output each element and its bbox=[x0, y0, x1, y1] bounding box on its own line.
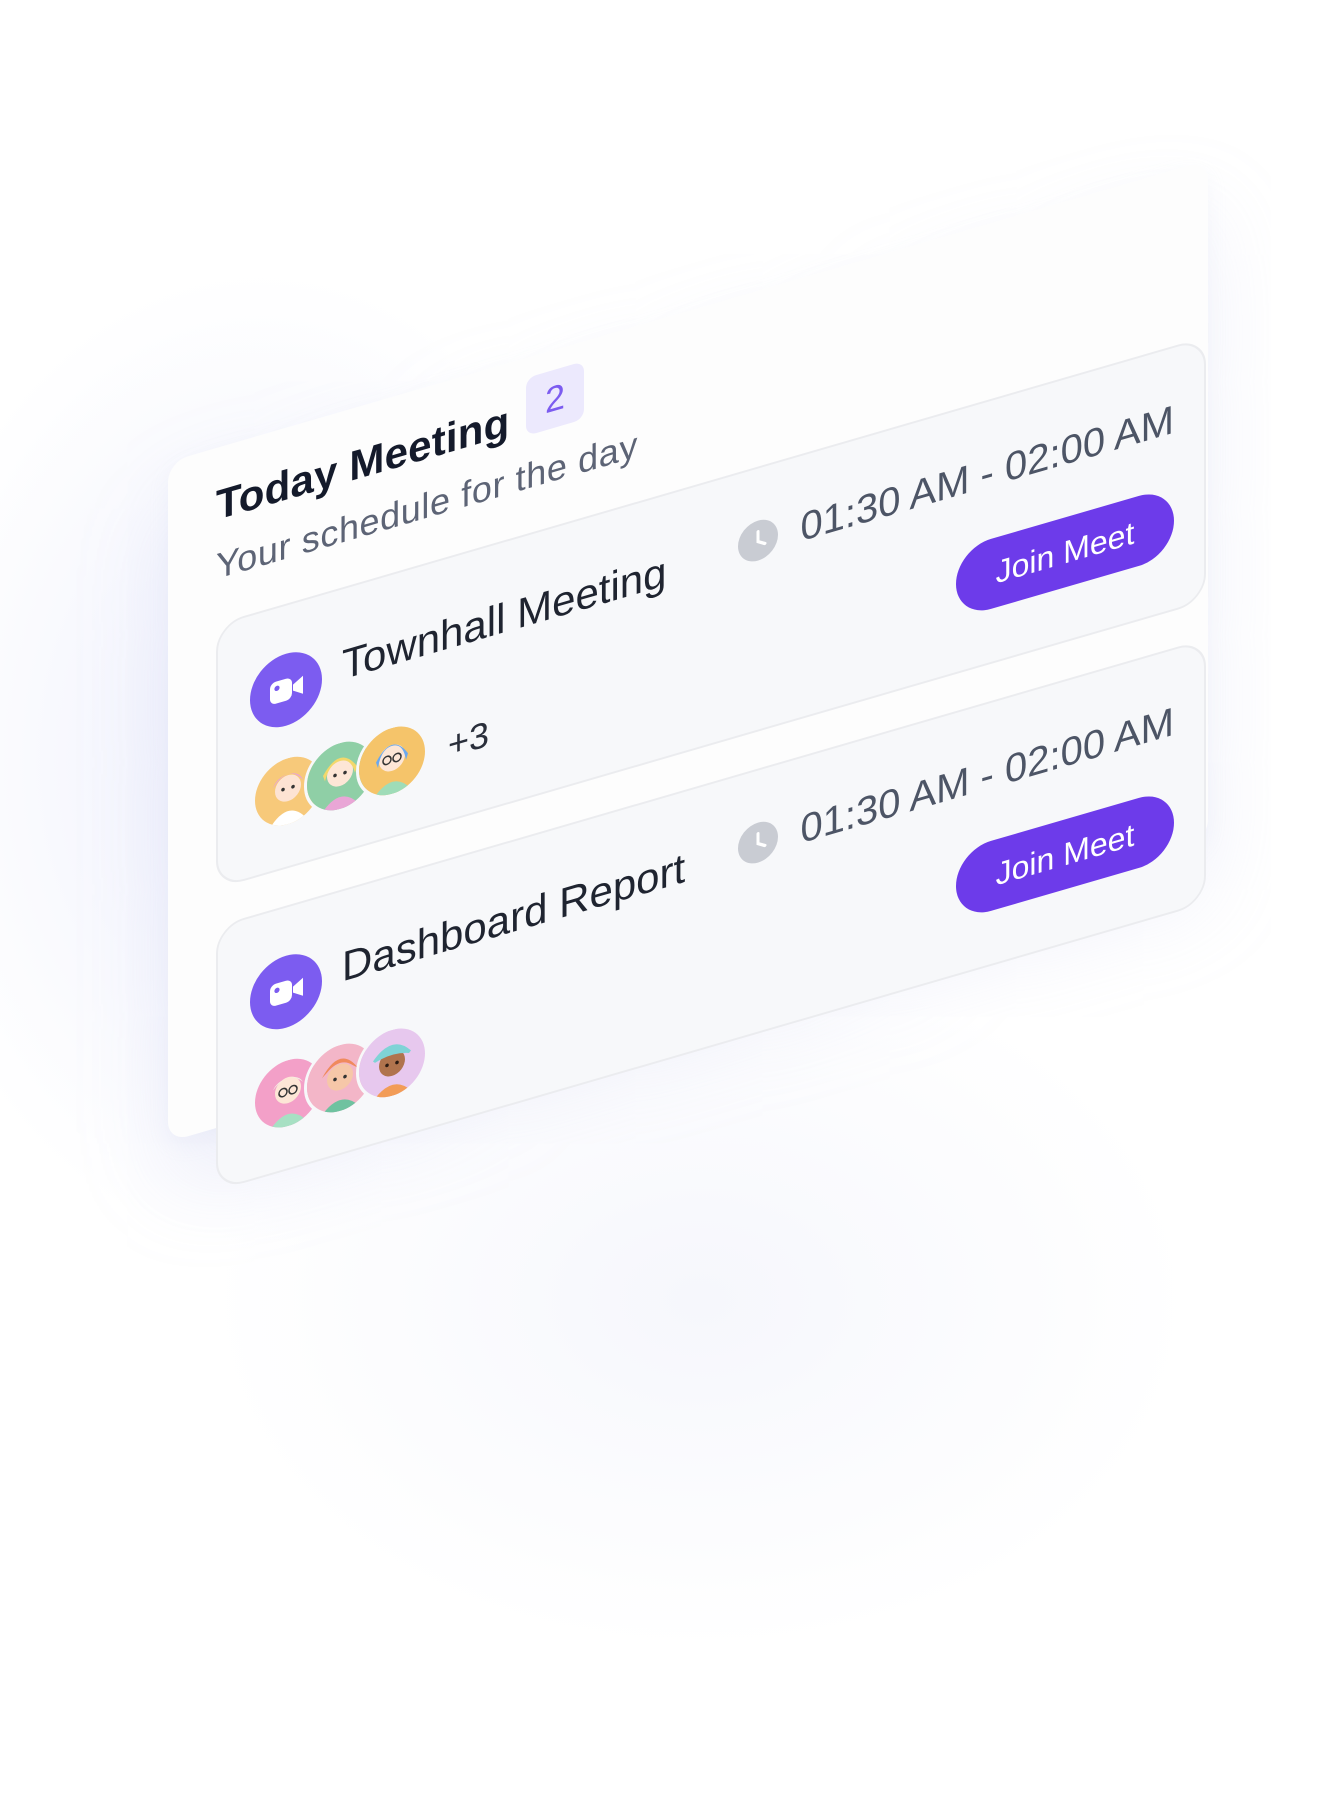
clock-icon bbox=[738, 816, 779, 869]
meeting-count-badge: 2 bbox=[526, 361, 584, 436]
video-camera-icon bbox=[250, 643, 322, 737]
join-meet-button[interactable]: Join Meet bbox=[956, 485, 1174, 620]
clock-icon bbox=[738, 514, 779, 567]
stage: Today Meeting 2 Your schedule for the da… bbox=[0, 0, 1317, 1819]
today-meeting-card: Today Meeting 2 Your schedule for the da… bbox=[168, 159, 1208, 1192]
join-meet-button[interactable]: Join Meet bbox=[956, 787, 1174, 922]
meeting-name: Dashboard Report bbox=[342, 843, 686, 991]
meeting-name: Townhall Meeting bbox=[342, 547, 667, 689]
avatar bbox=[356, 1016, 428, 1110]
extra-attendees-count: +3 bbox=[448, 712, 490, 766]
video-camera-icon bbox=[250, 945, 322, 1039]
avatar bbox=[356, 714, 428, 808]
